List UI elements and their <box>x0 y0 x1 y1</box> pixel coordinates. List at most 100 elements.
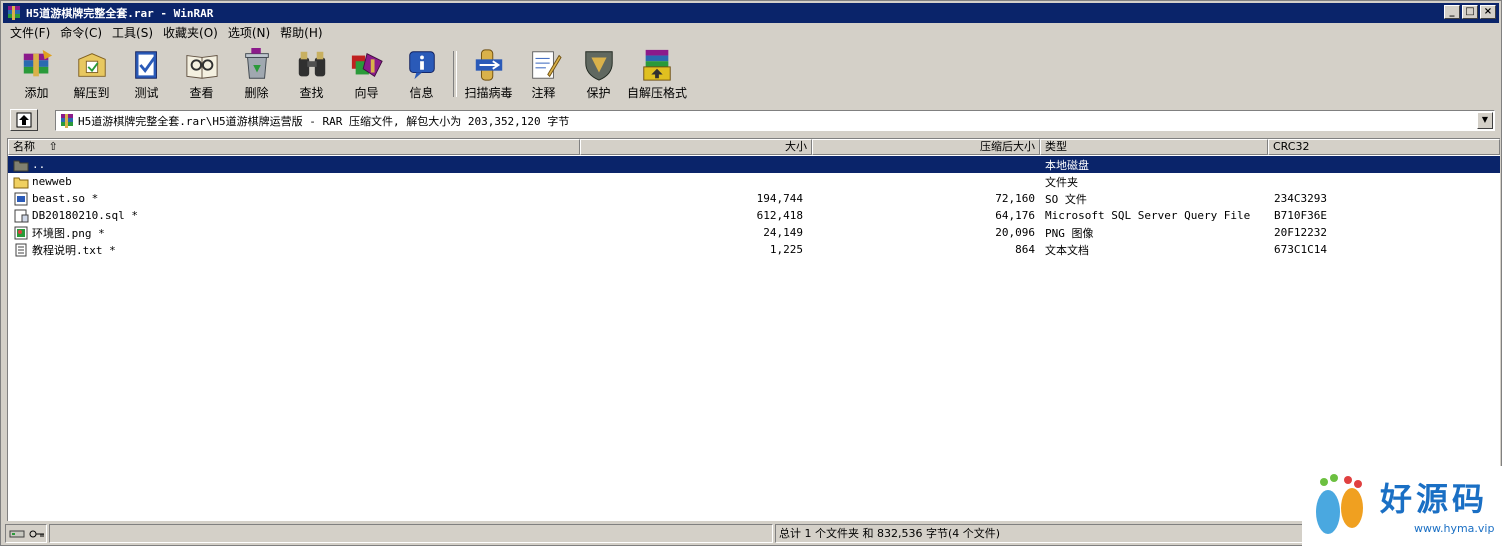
title-bar[interactable]: H5道游棋牌完整全套.rar - WinRAR _ □ × <box>3 3 1499 23</box>
file-row[interactable]: DB20180210.sql * 612,418 64,176 Microsoft S… <box>8 207 1500 224</box>
file-name-cell: 教程说明.txt * <box>8 242 580 258</box>
protect-icon <box>584 51 613 81</box>
header-name[interactable]: 名称 ⇧ <box>8 139 580 155</box>
extract-to-icon <box>77 53 106 77</box>
file-row[interactable]: 环境图.png * 24,149 20,096 PNG 图像 20F12232 <box>8 224 1500 241</box>
winrar-window: H5道游棋牌完整全套.rar - WinRAR _ □ × 文件(F) 命令(C… <box>0 0 1502 546</box>
key-icon <box>29 530 44 538</box>
wizard-button[interactable]: 向导 <box>339 45 394 101</box>
file-type: SO 文件 <box>1045 192 1087 206</box>
view-button[interactable]: 查看 <box>174 45 229 101</box>
header-size[interactable]: 大小 <box>580 139 812 155</box>
winrar-app-icon <box>8 6 20 20</box>
menu-options[interactable]: 选项(N) <box>223 24 275 42</box>
file-name-cell: beast.so * <box>8 192 580 206</box>
file-row[interactable]: newweb 文件夹 <box>8 173 1500 190</box>
window-title: H5道游棋牌完整全套.rar - WinRAR <box>26 7 214 20</box>
virus-scan-icon <box>475 49 502 81</box>
wizard-label: 向导 <box>354 86 379 100</box>
address-dropdown-button[interactable]: ▼ <box>1477 112 1493 129</box>
sfx-label: 自解压格式 <box>626 86 687 100</box>
file-name: newweb <box>32 175 72 188</box>
file-name: 环境图.png * <box>32 226 105 240</box>
file-crc: 673C1C14 <box>1274 243 1327 256</box>
file-name-cell: newweb <box>8 175 580 189</box>
address-bar[interactable]: H5道游棋牌完整全套.rar\H5道游棋牌运营版 - RAR 压缩文件, 解包大… <box>55 110 1495 131</box>
header-crc[interactable]: CRC32 <box>1268 139 1500 155</box>
comment-icon <box>531 51 562 79</box>
toolbar-separator <box>453 51 457 97</box>
menu-bar: 文件(F) 命令(C) 工具(S) 收藏夹(O) 选项(N) 帮助(H) <box>5 24 328 42</box>
file-name-cell: 环境图.png * <box>8 225 580 241</box>
sort-up-arrow-icon: ⇧ <box>48 140 58 153</box>
add-button[interactable]: 添加 <box>9 45 64 101</box>
file-size: 612,418 <box>756 209 803 222</box>
sfx-button[interactable]: 自解压格式 <box>626 45 688 101</box>
delete-button[interactable]: 删除 <box>229 45 284 101</box>
file-list[interactable]: 名称 ⇧ 大小 压缩后大小 类型 CRC32 .. 本地磁盘 newweb 文件夹 be… <box>7 138 1500 521</box>
file-sql-icon <box>13 209 29 223</box>
folder-icon <box>13 175 29 189</box>
extract-to-label: 解压到 <box>73 86 110 100</box>
address-path: H5道游棋牌完整全套.rar\H5道游棋牌运营版 - RAR 压缩文件, 解包大… <box>78 114 570 128</box>
close-button[interactable]: × <box>1480 5 1496 19</box>
folder-up-icon <box>13 158 29 172</box>
file-name-cell: DB20180210.sql * <box>8 209 580 223</box>
file-name: DB20180210.sql * <box>32 209 138 222</box>
toolbar: 添加 解压到 测试 查看 删除 查找 向导 信息 扫描病毒 注释 保护 自解压格… <box>9 45 1499 103</box>
menu-file[interactable]: 文件(F) <box>5 24 55 42</box>
header-name-label: 名称 <box>13 140 35 153</box>
find-icon <box>298 51 325 77</box>
status-summary: 总计 1 个文件夹 和 832,536 字节(4 个文件) <box>775 524 1305 543</box>
header-packed[interactable]: 压缩后大小 <box>812 139 1040 155</box>
header-type[interactable]: 类型 <box>1040 139 1268 155</box>
minimize-button[interactable]: _ <box>1444 5 1460 19</box>
info-label: 信息 <box>409 86 434 100</box>
view-label: 查看 <box>189 86 214 100</box>
wizard-icon <box>351 52 383 78</box>
column-headers: 名称 ⇧ 大小 压缩后大小 类型 CRC32 <box>8 139 1500 155</box>
file-txt-icon <box>13 243 29 257</box>
file-name: 教程说明.txt * <box>32 243 116 257</box>
view-icon <box>185 55 218 79</box>
file-name: .. <box>32 158 46 171</box>
find-label: 查找 <box>299 86 324 100</box>
file-type: 本地磁盘 <box>1045 158 1089 172</box>
file-crc: B710F36E <box>1274 209 1327 222</box>
find-button[interactable]: 查找 <box>284 45 339 101</box>
file-type: 文件夹 <box>1045 175 1078 189</box>
watermark-url: www.hyma.vip <box>1414 522 1495 535</box>
file-row[interactable]: .. 本地磁盘 <box>8 156 1500 173</box>
delete-icon <box>244 48 269 79</box>
up-arrow-icon <box>16 112 32 128</box>
protect-button[interactable]: 保护 <box>571 45 626 101</box>
menu-favorites[interactable]: 收藏夹(O) <box>158 24 223 42</box>
maximize-button[interactable]: □ <box>1462 5 1478 19</box>
sfx-icon <box>643 49 671 81</box>
extract-to-button[interactable]: 解压到 <box>64 45 119 101</box>
virus-scan-label: 扫描病毒 <box>464 86 513 100</box>
file-name-cell: .. <box>8 158 580 172</box>
file-row[interactable]: beast.so * 194,744 72,160 SO 文件 234C3293 <box>8 190 1500 207</box>
info-icon <box>408 51 435 80</box>
comment-button[interactable]: 注释 <box>516 45 571 101</box>
chevron-down-icon: ▼ <box>1481 115 1489 124</box>
protect-label: 保护 <box>586 86 611 100</box>
file-type: 文本文档 <box>1045 243 1089 257</box>
status-drive-panel[interactable] <box>5 524 47 543</box>
file-row[interactable]: 教程说明.txt * 1,225 864 文本文档 673C1C14 <box>8 241 1500 258</box>
up-folder-button[interactable] <box>10 109 38 131</box>
file-packed-size: 864 <box>1015 243 1035 256</box>
menu-tools[interactable]: 工具(S) <box>107 24 158 42</box>
file-name: beast.so * <box>32 192 99 205</box>
info-button[interactable]: 信息 <box>394 45 449 101</box>
file-rows: .. 本地磁盘 newweb 文件夹 beast.so * 194,744 72,160 SO… <box>8 156 1500 258</box>
file-png-icon <box>13 226 29 240</box>
test-button[interactable]: 测试 <box>119 45 174 101</box>
watermark-brand: 好源码 <box>1380 480 1489 518</box>
file-so-icon <box>13 192 29 206</box>
test-label: 测试 <box>134 86 159 100</box>
virus-scan-button[interactable]: 扫描病毒 <box>461 45 516 101</box>
menu-commands[interactable]: 命令(C) <box>55 24 107 42</box>
menu-help[interactable]: 帮助(H) <box>275 24 327 42</box>
